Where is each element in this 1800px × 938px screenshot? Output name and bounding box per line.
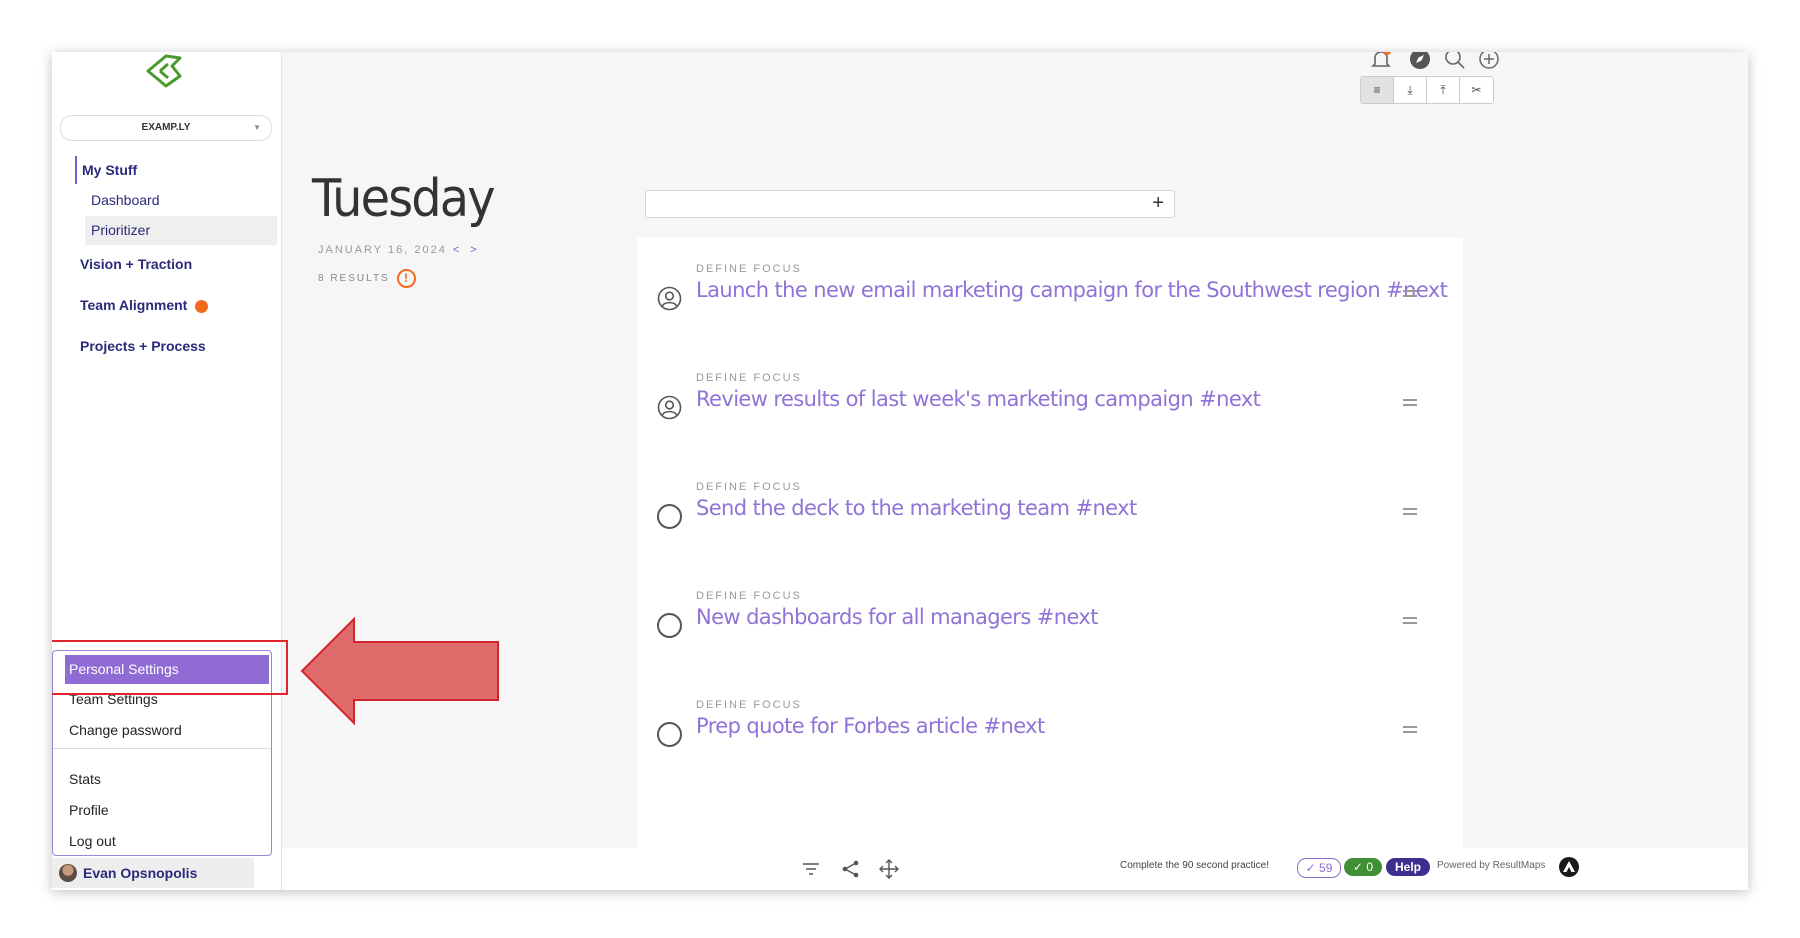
view-mode-tabs: ≡ ⤓ ⤒ ✂ bbox=[1360, 76, 1494, 104]
empty-circle-icon[interactable] bbox=[657, 722, 682, 747]
results-count: 8 RESULTS ! bbox=[318, 269, 416, 288]
footer-bar: Complete the 90 second practice! ✓ 59 ✓ … bbox=[282, 848, 1748, 890]
powered-by-text: Powered by ResultMaps bbox=[1437, 860, 1546, 871]
nav-projects-process[interactable]: Projects + Process bbox=[80, 338, 206, 354]
move-icon[interactable] bbox=[878, 858, 900, 880]
tools-tab[interactable]: ✂ bbox=[1460, 77, 1493, 103]
menu-change-password[interactable]: Change password bbox=[69, 722, 182, 738]
nav-my-stuff[interactable]: My Stuff bbox=[82, 162, 137, 178]
menu-profile[interactable]: Profile bbox=[69, 802, 109, 818]
pending-count-badge[interactable]: ✓ 59 bbox=[1297, 858, 1341, 878]
nav-vision-traction[interactable]: Vision + Traction bbox=[80, 256, 192, 272]
drag-handle-icon[interactable] bbox=[1403, 617, 1417, 627]
date-text: JANUARY 16, 2024 bbox=[318, 244, 447, 256]
task-category: DEFINE FOCUS bbox=[696, 699, 802, 711]
drag-handle-icon[interactable] bbox=[1403, 399, 1417, 409]
done-count-badge[interactable]: ✓ 0 bbox=[1344, 858, 1382, 876]
search-icon[interactable] bbox=[1443, 52, 1467, 71]
compass-icon[interactable] bbox=[1408, 52, 1432, 71]
resultmaps-logo-icon[interactable] bbox=[1558, 856, 1580, 878]
user-name: Evan Opsnopolis bbox=[83, 865, 198, 881]
empty-circle-icon[interactable] bbox=[657, 504, 682, 529]
annotation-arrow-icon bbox=[300, 617, 499, 725]
add-task-input[interactable]: + bbox=[645, 190, 1175, 218]
sidebar: EXAMP.LY ▼ My Stuff Dashboard Prioritize… bbox=[52, 52, 282, 890]
task-title[interactable]: Review results of last week's marketing … bbox=[696, 387, 1261, 411]
results-text: 8 RESULTS bbox=[318, 273, 390, 285]
list-item[interactable]: DEFINE FOCUS New dashboards for all mana… bbox=[637, 565, 1463, 674]
empty-circle-icon[interactable] bbox=[657, 613, 682, 638]
plus-icon[interactable]: + bbox=[1152, 192, 1164, 214]
task-title[interactable]: New dashboards for all managers #next bbox=[696, 605, 1098, 629]
filter-icon[interactable] bbox=[800, 858, 822, 880]
menu-divider bbox=[53, 748, 271, 749]
annotation-highlight-box bbox=[52, 640, 288, 695]
date-nav-arrows[interactable]: < > bbox=[453, 244, 481, 256]
task-category: DEFINE FOCUS bbox=[696, 590, 802, 602]
chevron-down-icon: ▼ bbox=[253, 123, 261, 132]
add-circle-icon[interactable] bbox=[1477, 52, 1501, 71]
user-account-button[interactable]: Evan Opsnopolis bbox=[52, 858, 254, 888]
avatar bbox=[59, 864, 77, 882]
task-list: DEFINE FOCUS Launch the new email market… bbox=[637, 238, 1463, 878]
app-logo-icon[interactable] bbox=[144, 54, 184, 88]
nav-dashboard[interactable]: Dashboard bbox=[91, 192, 160, 208]
share-icon[interactable] bbox=[840, 858, 862, 880]
app-window: EXAMP.LY ▼ My Stuff Dashboard Prioritize… bbox=[52, 52, 1748, 890]
bell-icon[interactable] bbox=[1368, 52, 1394, 72]
import-tab[interactable]: ⤓ bbox=[1394, 77, 1427, 103]
workspace-name: EXAMP.LY bbox=[141, 122, 191, 133]
task-title[interactable]: Prep quote for Forbes article #next bbox=[696, 714, 1045, 738]
list-view-tab[interactable]: ≡ bbox=[1361, 77, 1394, 103]
menu-log-out[interactable]: Log out bbox=[69, 833, 116, 849]
list-item[interactable]: DEFINE FOCUS Send the deck to the market… bbox=[637, 456, 1463, 565]
export-tab[interactable]: ⤒ bbox=[1427, 77, 1460, 103]
help-button[interactable]: Help bbox=[1386, 858, 1430, 876]
drag-handle-icon[interactable] bbox=[1403, 508, 1417, 518]
active-section-indicator bbox=[75, 156, 77, 184]
menu-stats[interactable]: Stats bbox=[69, 771, 101, 787]
task-title[interactable]: Send the deck to the marketing team #nex… bbox=[696, 496, 1137, 520]
task-title[interactable]: Launch the new email marketing campaign … bbox=[696, 278, 1448, 302]
person-circle-icon[interactable] bbox=[657, 395, 682, 420]
notification-dot bbox=[195, 299, 209, 313]
page-title: Tuesday bbox=[312, 169, 496, 229]
list-item[interactable]: DEFINE FOCUS Launch the new email market… bbox=[637, 238, 1463, 347]
list-item[interactable]: DEFINE FOCUS Review results of last week… bbox=[637, 347, 1463, 456]
list-item[interactable]: DEFINE FOCUS Prep quote for Forbes artic… bbox=[637, 674, 1463, 783]
warning-icon[interactable]: ! bbox=[396, 269, 416, 288]
person-circle-icon[interactable] bbox=[657, 286, 682, 311]
nav-prioritizer[interactable]: Prioritizer bbox=[85, 216, 277, 245]
task-category: DEFINE FOCUS bbox=[696, 372, 802, 384]
nav-team-alignment[interactable]: Team Alignment bbox=[80, 297, 209, 313]
practice-prompt[interactable]: Complete the 90 second practice! bbox=[1120, 860, 1269, 871]
task-category: DEFINE FOCUS bbox=[696, 481, 802, 493]
nav-team-alignment-label: Team Alignment bbox=[80, 297, 188, 313]
task-category: DEFINE FOCUS bbox=[696, 263, 802, 275]
date-label: JANUARY 16, 2024 < > bbox=[318, 244, 481, 256]
drag-handle-icon[interactable] bbox=[1403, 290, 1417, 300]
workspace-selector[interactable]: EXAMP.LY ▼ bbox=[60, 115, 272, 141]
drag-handle-icon[interactable] bbox=[1403, 726, 1417, 736]
